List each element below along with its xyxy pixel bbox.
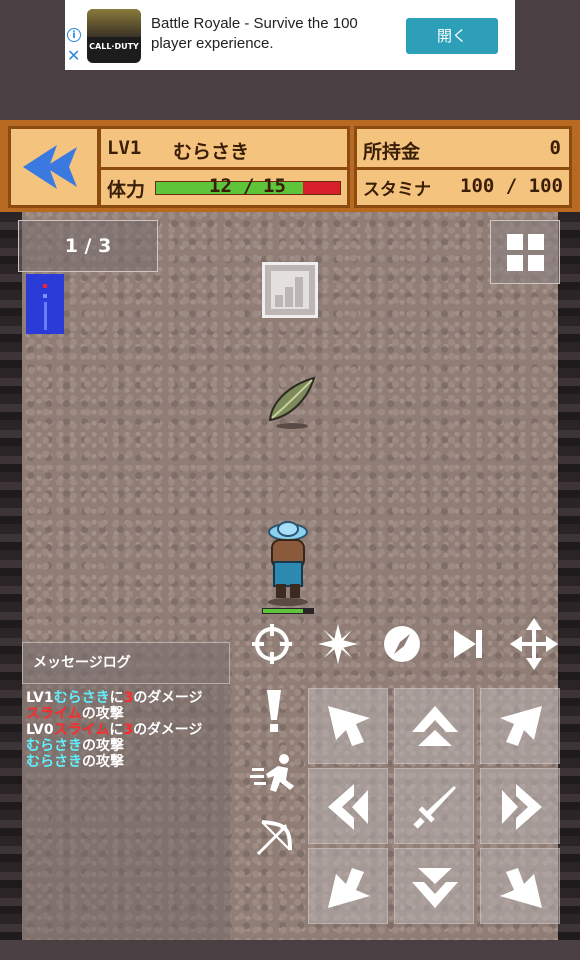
message-log-title: メッセージログ [22,642,230,684]
hp-label: 体力 [107,179,146,201]
stamina-value: 100 / 100 [460,175,563,197]
move-down-button[interactable] [394,848,474,924]
herb-item-icon [268,376,316,429]
move-left-button[interactable] [308,768,388,844]
hp-current: 12 [209,175,232,197]
ad-app-logo: CALL·DUTY [87,9,141,63]
log-line: LV1むらさきに3のダメージ [26,690,230,706]
move-up-right-button[interactable] [480,688,560,764]
dash-runner-icon [250,754,294,792]
skill-button[interactable] [316,622,360,666]
log-line: スライムの攻撃 [26,706,230,722]
ad-open-button[interactable]: 開く [406,18,498,54]
left-wall [0,212,22,940]
arrow-down-right-icon [500,868,542,908]
log-line: LV0スライムに3のダメージ [26,722,230,738]
stairs-icon [271,271,309,309]
floor-indicator: 1 / 3 [18,220,158,272]
log-fragment: に [109,722,124,738]
ad-logo-text: CALL·DUTY [89,42,139,51]
money-panel: 所持金 0 スタミナ 100 / 100 [354,126,572,208]
hp-separator: / [243,175,255,197]
sword-icon [413,786,456,829]
log-fragment: むらさき [26,738,82,754]
move-down-left-button[interactable] [308,848,388,924]
hp-max: 15 [263,175,286,197]
log-fragment: LV0 [26,722,54,738]
log-fragment: の攻撃 [82,754,124,770]
arrow-down-left-icon [328,868,370,908]
ad-banner[interactable]: i ✕ CALL·DUTY Battle Royale - Survive th… [65,0,515,70]
message-log[interactable]: LV1むらさきに3のダメージ スライムの攻撃 LV0スライムに3のダメージ むらさきの… [22,684,230,940]
attack-button[interactable] [394,768,474,844]
close-icon[interactable]: ✕ [67,48,80,64]
arrow-right-icon [502,784,542,830]
dungeon-field[interactable]: 1 / 3 メッセージログ LV1むらさきに3のダメージ スライムの攻撃 LV0… [0,212,580,940]
move-up-left-button[interactable] [308,688,388,764]
log-fragment: のダメージ [133,690,203,706]
move-mode-button[interactable] [508,616,560,672]
shoot-button[interactable] [252,816,296,860]
arrow-up-right-icon [500,706,542,746]
status-hud: LV1 むらさき 体力 12 / 15 所持金 0 スタミナ 100 / 100 [0,120,580,212]
compass-button[interactable] [380,622,424,666]
log-fragment: の攻撃 [81,706,124,722]
log-line: むらさきの攻撃 [26,754,230,770]
log-fragment: むらさき [26,754,82,770]
info-icon[interactable]: i [67,28,81,42]
log-fragment: 3 [123,690,134,706]
level-label: LV1 [107,137,142,159]
player-character [262,521,314,614]
move-right-button[interactable] [480,768,560,844]
compass-icon [384,626,420,662]
menu-button[interactable] [490,220,560,284]
money-label: 所持金 [363,141,421,163]
stamina-label: スタミナ [363,180,431,200]
log-fragment: 3 [123,722,134,738]
exclamation-icon [267,690,281,732]
target-button[interactable] [250,622,294,666]
skip-icon [454,630,482,658]
character-name: むらさき [173,141,250,163]
arrow-up-left-icon [328,706,370,746]
back-button[interactable] [8,126,100,208]
log-line: むらさきの攻撃 [26,738,230,754]
character-panel: LV1 むらさき 体力 12 / 15 [98,126,350,208]
bow-icon [256,820,292,856]
minimap[interactable] [26,274,64,334]
move-arrows-icon [510,618,558,670]
right-wall [558,212,580,940]
stairs-tile [262,262,318,318]
grid-menu-icon [507,234,544,271]
arrow-up-icon [412,706,458,746]
target-icon [252,624,292,664]
message-log-text: LV1むらさきに3のダメージ スライムの攻撃 LV0スライムに3のダメージ むらさきの… [26,690,230,770]
move-up-button[interactable] [394,688,474,764]
money-value: 0 [549,137,561,159]
ad-title: Battle Royale - Survive the 100 player e… [151,15,358,52]
inspect-button[interactable] [252,686,296,736]
log-fragment: LV1 [26,690,54,706]
skip-turn-button[interactable] [446,622,490,666]
move-down-right-button[interactable] [480,848,560,924]
log-fragment: むらさき [53,690,110,706]
log-fragment: スライム [26,706,82,722]
dash-button[interactable] [250,752,298,796]
arrow-left-icon [328,784,368,830]
arrow-down-icon [412,868,458,908]
log-fragment: の攻撃 [82,738,124,754]
log-fragment: に [109,690,124,706]
sparkle-icon [318,624,358,664]
log-fragment: のダメージ [133,722,203,738]
log-fragment: スライム [53,722,110,738]
double-left-arrow-icon [23,145,77,189]
